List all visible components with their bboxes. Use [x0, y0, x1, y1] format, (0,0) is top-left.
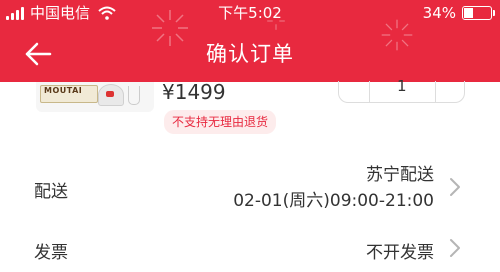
delivery-row[interactable]: 配送 苏宁配送 02-01(周六)09:00-21:00 [0, 146, 500, 232]
product-glass-image [128, 86, 140, 105]
invoice-label: 发票 [34, 243, 68, 263]
stepper-divider [369, 81, 370, 102]
stepper-divider [435, 81, 436, 102]
battery-level [464, 8, 473, 18]
delivery-label: 配送 [34, 182, 68, 202]
status-bar: 中国电信 下午5:02 34% [0, 0, 500, 26]
product-brand-text: MOUTAI [44, 86, 83, 95]
quantity-value[interactable]: 1 [397, 77, 407, 95]
chevron-right-icon[interactable] [448, 176, 462, 198]
chevron-right-icon[interactable] [448, 237, 462, 259]
quantity-stepper[interactable]: 1 [338, 77, 465, 103]
product-price: ¥1499 [162, 80, 226, 104]
nav-bar: 确认订单 [0, 26, 500, 82]
page-title: 确认订单 [206, 42, 294, 66]
delivery-method: 苏宁配送 [366, 165, 434, 185]
invoice-row[interactable]: 发票 不开发票 [0, 232, 500, 272]
battery-icon [462, 6, 495, 20]
no-return-tag: 不支持无理由退货 [164, 110, 277, 134]
product-bottle-image [98, 84, 124, 106]
battery-percent: 34% [422, 4, 456, 22]
product-thumbnail[interactable]: MOUTAI [36, 82, 154, 112]
header-bar: 中国电信 下午5:02 34% 确认订单 [0, 0, 500, 82]
status-right: 34% [422, 0, 495, 26]
delivery-time: 02-01(周六)09:00-21:00 [233, 191, 434, 211]
product-card: MOUTAI ¥1499 1 不支持无理由退货 [0, 77, 500, 146]
invoice-value: 不开发票 [366, 243, 434, 263]
